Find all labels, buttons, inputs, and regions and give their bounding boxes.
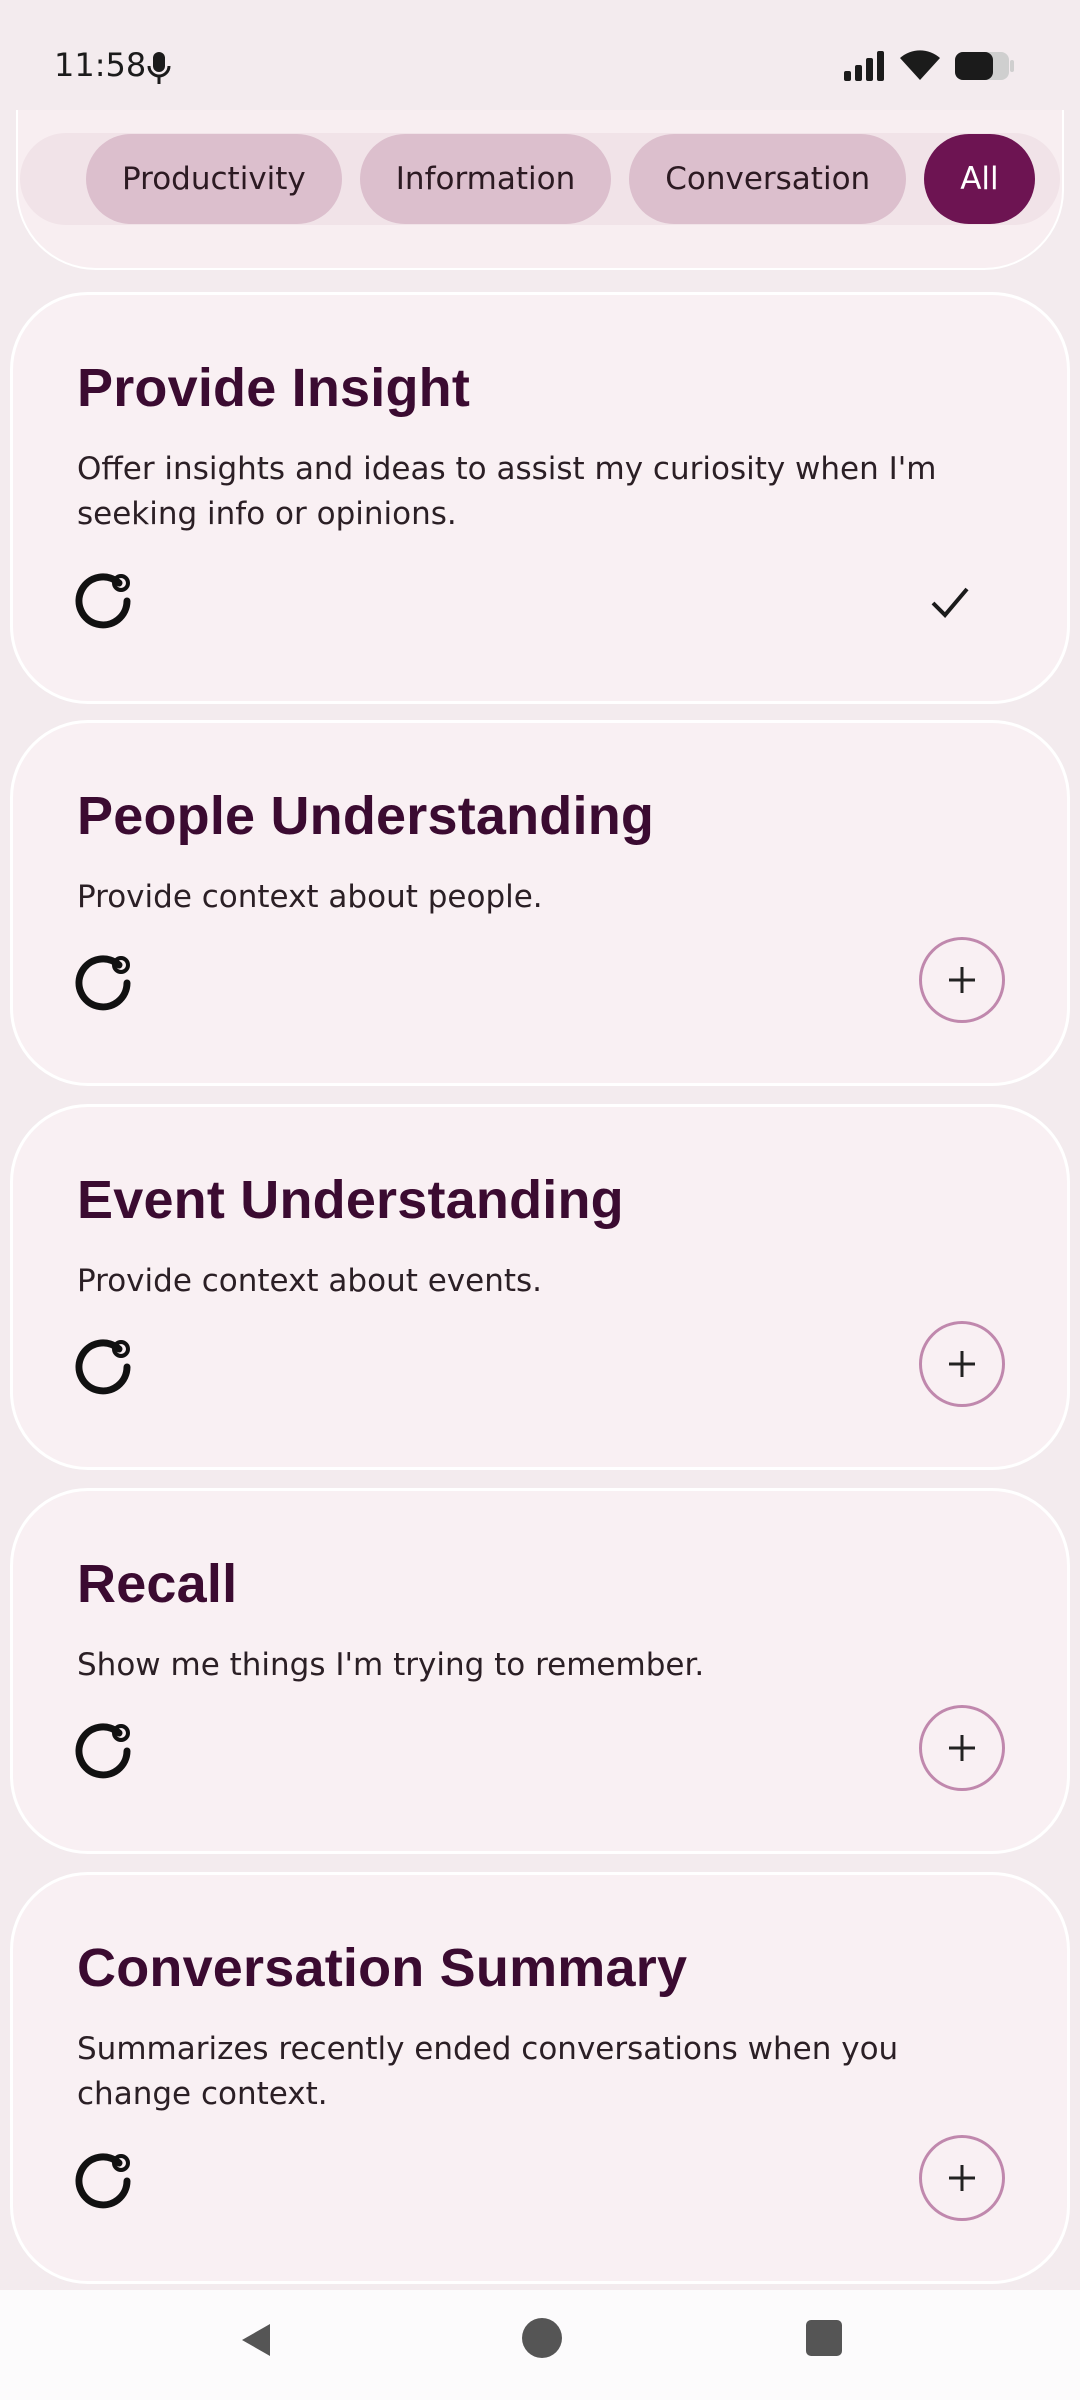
plus-icon bbox=[949, 2165, 975, 2191]
refresh-icon bbox=[75, 955, 131, 1011]
refresh-icon bbox=[75, 1723, 131, 1779]
card-description: Offer insights and ideas to assist my cu… bbox=[77, 451, 937, 532]
refresh-icon bbox=[75, 573, 131, 629]
card-title: Recall bbox=[77, 1554, 238, 1614]
recents-icon[interactable] bbox=[806, 2320, 842, 2356]
check-icon[interactable] bbox=[925, 577, 975, 627]
plus-icon bbox=[949, 1351, 975, 1377]
plus-icon bbox=[949, 1735, 975, 1761]
status-time: 11:58 bbox=[54, 46, 147, 84]
card-description: Provide context about events. bbox=[77, 1263, 543, 1299]
add-button[interactable] bbox=[919, 1321, 1005, 1407]
signal-icon bbox=[844, 51, 884, 81]
card-title: Conversation Summary bbox=[77, 1938, 688, 1998]
system-navigation-bar bbox=[0, 2290, 1080, 2400]
add-button[interactable] bbox=[919, 2135, 1005, 2221]
card-description: Summarizes recently ended conversations … bbox=[77, 2031, 899, 2112]
card-conversation-summary[interactable]: Conversation Summary Summarizes recently… bbox=[10, 1872, 1070, 2284]
refresh-icon bbox=[75, 1339, 131, 1395]
microphone-icon bbox=[147, 52, 171, 84]
card-provide-insight[interactable]: Provide Insight Offer insights and ideas… bbox=[10, 292, 1070, 704]
card-title: Provide Insight bbox=[77, 358, 471, 418]
filter-chip-row: Productivity Information Conversation Al… bbox=[20, 133, 1060, 225]
add-button[interactable] bbox=[919, 937, 1005, 1023]
chip-conversation[interactable]: Conversation bbox=[629, 134, 907, 224]
status-icons bbox=[844, 50, 1014, 82]
card-title: Event Understanding bbox=[77, 1170, 624, 1230]
add-button[interactable] bbox=[919, 1705, 1005, 1791]
battery-icon bbox=[955, 52, 1014, 80]
card-description: Provide context about people. bbox=[77, 879, 543, 915]
back-icon[interactable] bbox=[236, 2320, 276, 2360]
chip-information[interactable]: Information bbox=[359, 134, 612, 224]
plus-icon bbox=[949, 967, 975, 993]
wifi-icon bbox=[900, 50, 940, 80]
card-title: People Understanding bbox=[77, 786, 655, 846]
card-description: Show me things I'm trying to remember. bbox=[77, 1647, 705, 1683]
card-event-understanding[interactable]: Event Understanding Provide context abou… bbox=[10, 1104, 1070, 1470]
chip-all[interactable]: All bbox=[924, 134, 1035, 224]
card-people-understanding[interactable]: People Understanding Provide context abo… bbox=[10, 720, 1070, 1086]
chip-productivity[interactable]: Productivity bbox=[86, 134, 342, 224]
home-icon[interactable] bbox=[522, 2318, 562, 2358]
refresh-icon bbox=[75, 2153, 131, 2209]
card-recall[interactable]: Recall Show me things I'm trying to reme… bbox=[10, 1488, 1070, 1854]
